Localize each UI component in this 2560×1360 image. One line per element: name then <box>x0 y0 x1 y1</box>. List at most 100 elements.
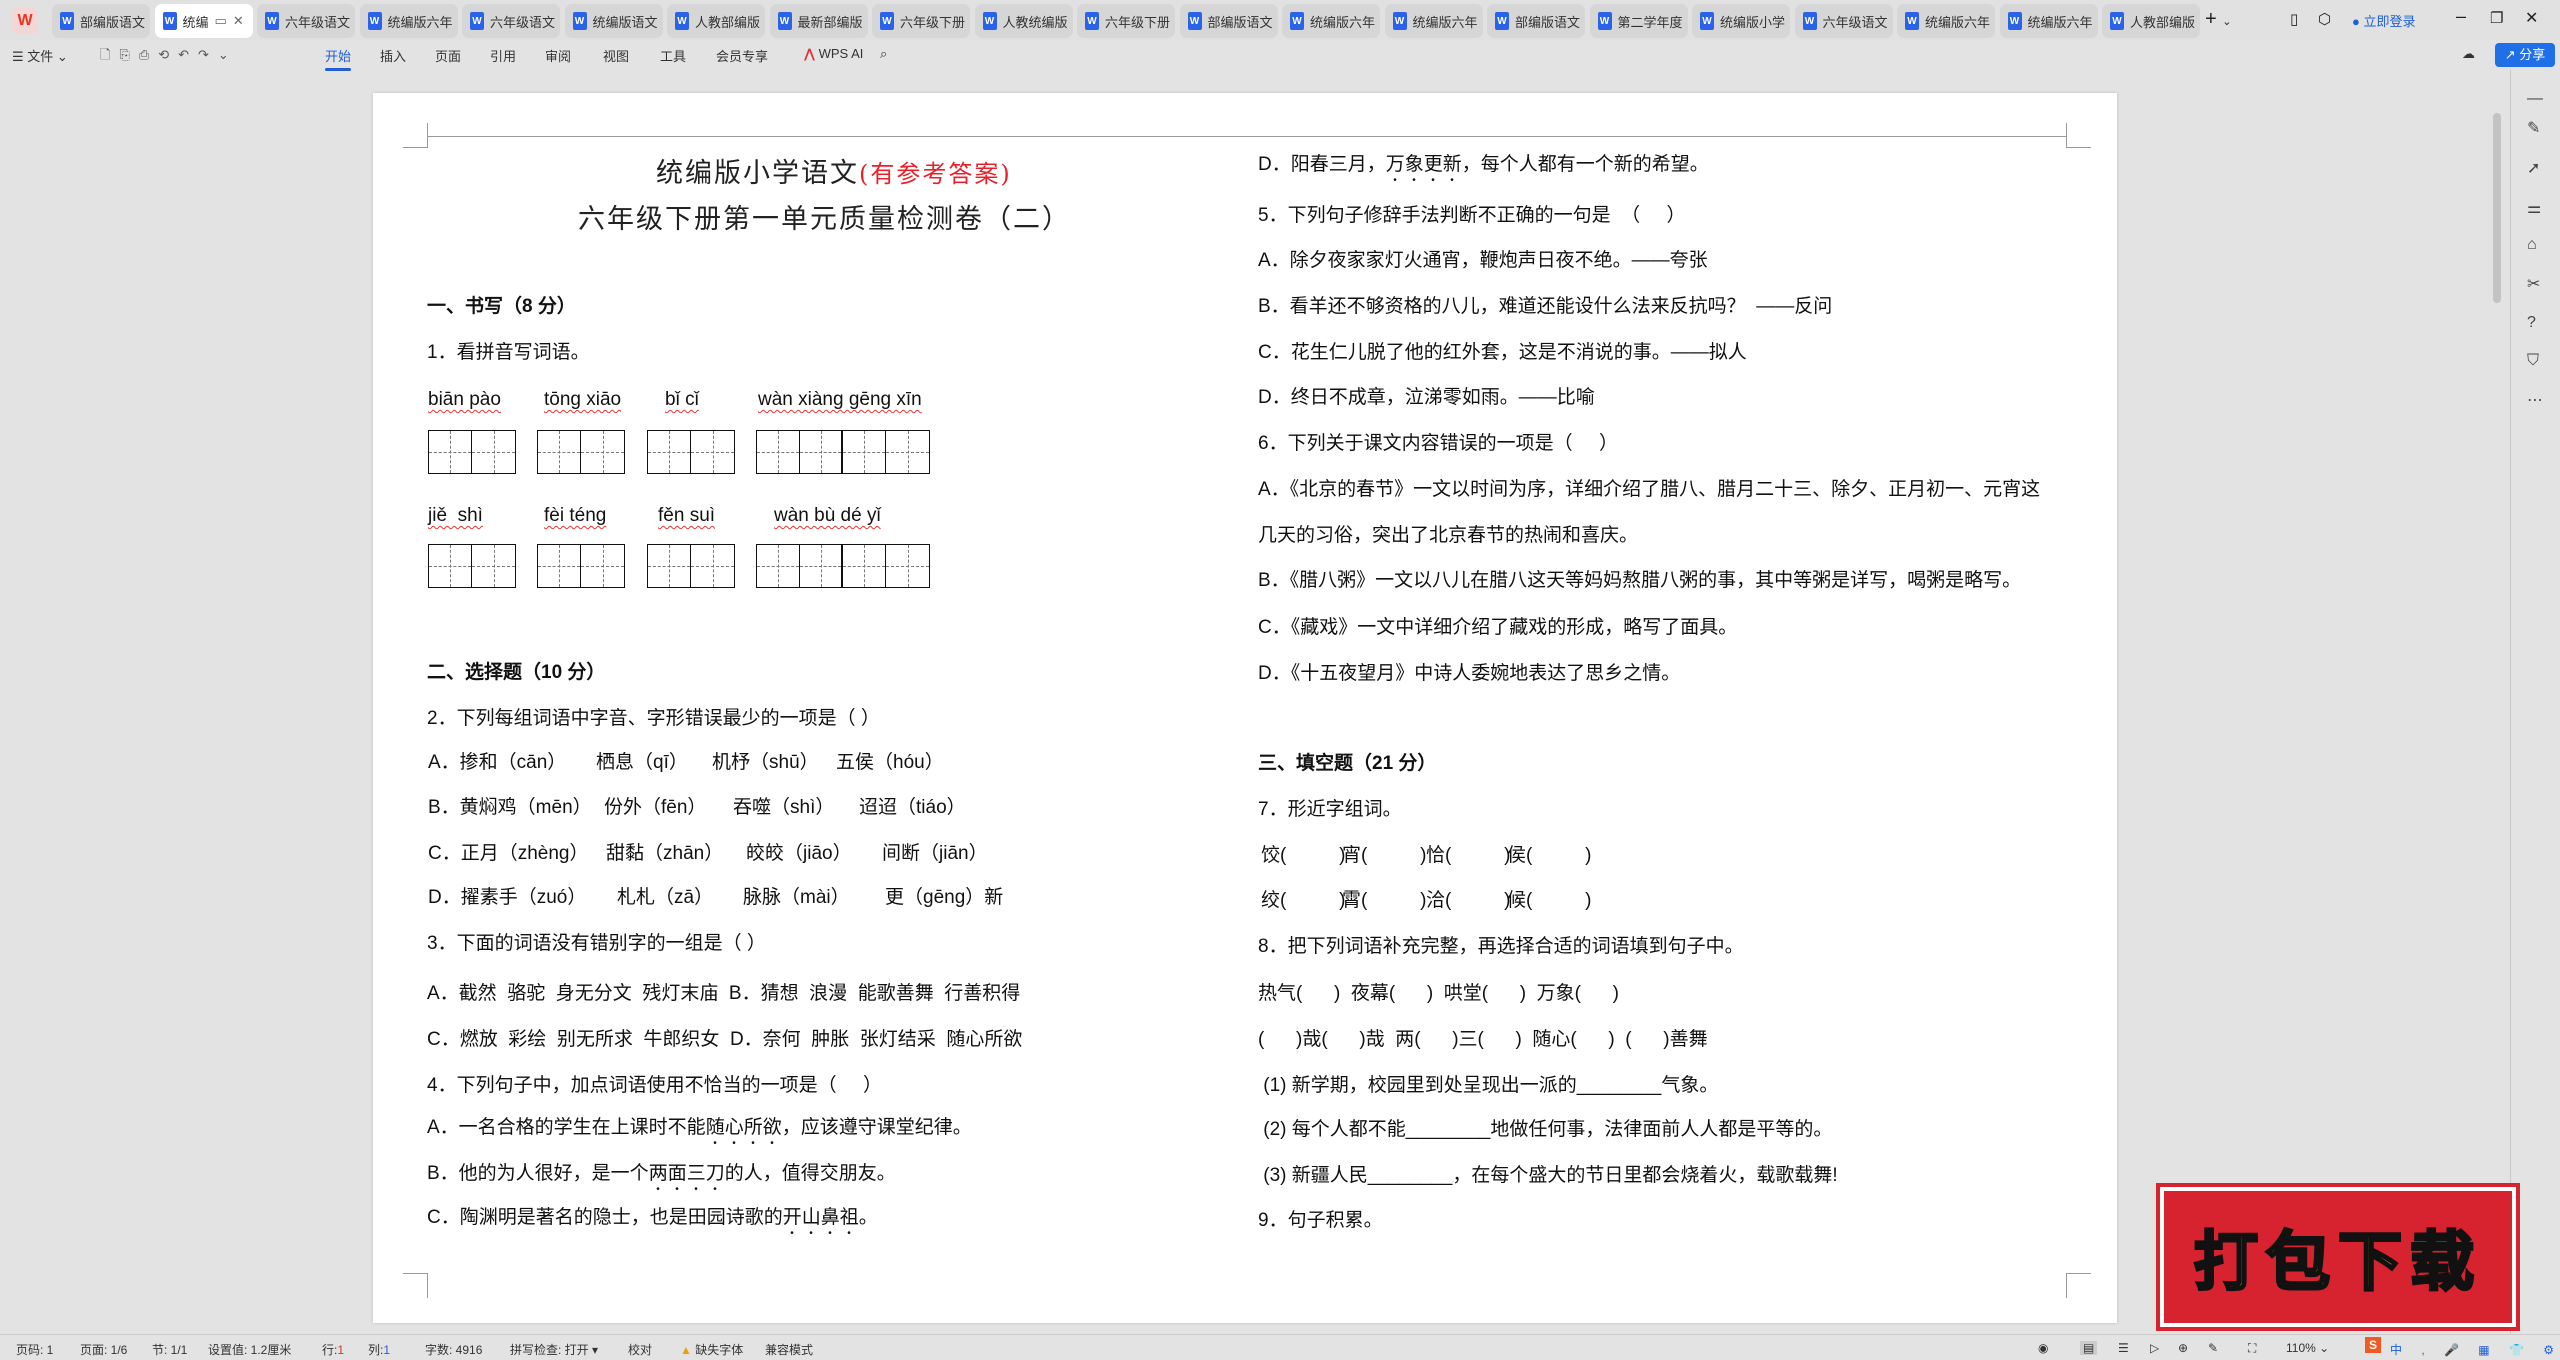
play-icon[interactable]: ▷ <box>2150 1341 2159 1355</box>
tab[interactable]: W 统编版六年 <box>1282 4 1380 38</box>
minimize-button[interactable]: – <box>2456 6 2466 27</box>
tab[interactable]: W 人教部编版 <box>2102 4 2200 38</box>
tab[interactable]: W 人教部编版 <box>667 4 765 38</box>
web-icon[interactable]: ⊕ <box>2178 1341 2188 1355</box>
share-button[interactable]: ↗ 分享 <box>2495 43 2555 67</box>
status-words[interactable]: 字数: 4916 <box>425 1341 482 1358</box>
option-item: 札札（zā） <box>617 887 714 908</box>
writing-grid[interactable] <box>647 430 735 474</box>
file-menu[interactable]: ☰ 文件 ⌄ <box>12 46 68 65</box>
close-button[interactable]: ✕ <box>2525 8 2538 28</box>
quick-access-icons[interactable]: 🗋⎘⎙⟲↶↷⌄ <box>100 46 238 68</box>
document-page[interactable]: 统编版小学语文(有参考答案) 六年级下册第一单元质量检测卷（二） 一、书写（8 … <box>373 93 2117 1323</box>
writing-grid[interactable] <box>647 544 735 588</box>
cloud-icon[interactable]: ☁ <box>2462 46 2475 62</box>
cube-icon[interactable]: ⬡ <box>2318 10 2331 28</box>
tab[interactable]: W 部编版语文 <box>1179 4 1278 38</box>
ime-icon[interactable]: S <box>2365 1337 2382 1353</box>
grid-cell[interactable] <box>691 431 734 473</box>
grid-cell[interactable] <box>800 545 843 587</box>
writing-grid[interactable] <box>428 430 516 474</box>
help-icon[interactable]: ? <box>2527 314 2536 332</box>
grid-cell[interactable] <box>472 431 515 473</box>
tab[interactable]: W 最新部编版 <box>769 4 868 38</box>
maximize-button[interactable]: ❐ <box>2490 9 2503 27</box>
tab[interactable]: W 六年级语文 <box>1794 4 1893 38</box>
writing-grid[interactable] <box>537 544 625 588</box>
menu-5[interactable]: 视图 <box>603 46 629 65</box>
grid-cell[interactable] <box>648 545 691 587</box>
wps-ai-button[interactable]: ⋀ WPS AI <box>804 46 863 62</box>
grid-cell[interactable] <box>472 545 515 587</box>
tab[interactable]: W 统编版语文 <box>564 4 663 38</box>
grid-cell[interactable] <box>886 431 929 473</box>
writing-grid[interactable] <box>428 544 516 588</box>
tab[interactable]: W 第二学年度 <box>1589 4 1688 38</box>
grid-cell[interactable] <box>648 431 691 473</box>
menu-1[interactable]: 插入 <box>380 46 406 65</box>
shirt-icon[interactable]: ⛉ <box>2527 352 2539 370</box>
zoom-select[interactable]: 110% ⌄ <box>2286 1341 2329 1355</box>
menu-6[interactable]: 工具 <box>660 46 686 65</box>
grid-cell[interactable] <box>886 545 929 587</box>
tab[interactable]: W 统编版六年 <box>1897 4 1995 38</box>
grid-cell[interactable] <box>691 545 734 587</box>
grid-cell[interactable] <box>581 431 624 473</box>
menu-2[interactable]: 页面 <box>435 46 461 65</box>
tab[interactable]: W 统编版六年 <box>1384 4 1483 38</box>
tab[interactable]: W 统编版小学 <box>1692 4 1790 38</box>
grid-cell[interactable] <box>757 431 800 473</box>
grid-cell[interactable] <box>843 431 886 473</box>
pen-mode-icon[interactable]: ✎ <box>2208 1341 2218 1355</box>
page-view-icon[interactable]: ▤ <box>2080 1341 2098 1355</box>
sliders-icon[interactable]: ⚌ <box>2527 198 2541 218</box>
outline-icon[interactable]: ☰ <box>2118 1341 2129 1355</box>
writing-grid[interactable] <box>756 544 930 588</box>
tab[interactable]: W 人教统编版 <box>974 4 1073 38</box>
collapse-icon[interactable]: — <box>2527 90 2543 108</box>
more-icon[interactable]: ⋯ <box>2527 390 2543 410</box>
grid-cell[interactable] <box>800 431 843 473</box>
tools-icon[interactable]: ✂ <box>2527 274 2540 294</box>
pen-icon[interactable]: ✎ <box>2527 118 2540 138</box>
menu-3[interactable]: 引用 <box>490 46 516 65</box>
proof-button[interactable]: 校对 <box>628 1341 652 1358</box>
tab[interactable]: W 部编版语文 <box>52 4 150 38</box>
download-banner[interactable]: 打包下载 <box>2156 1183 2520 1331</box>
monitor-icon[interactable]: ▭ <box>215 13 227 29</box>
login-button[interactable]: ● 立即登录 <box>2352 11 2415 30</box>
scrollbar[interactable] <box>2493 113 2501 303</box>
grid-cell[interactable] <box>429 431 472 473</box>
grid-cell[interactable] <box>538 545 581 587</box>
tab[interactable]: W 部编版语文 <box>1487 4 1585 38</box>
menu-7[interactable]: 会员专享 <box>716 46 768 65</box>
tab[interactable]: W 六年级下册 <box>872 4 970 38</box>
tab[interactable]: W 六年级语文 <box>257 4 355 38</box>
spell-check-toggle[interactable]: 拼写检查: 打开 ▾ <box>510 1341 598 1358</box>
tab[interactable]: W 六年级语文 <box>462 4 560 38</box>
menu-4[interactable]: 审阅 <box>545 46 571 65</box>
wps-logo[interactable]: W <box>12 8 38 34</box>
new-tab-button[interactable]: + ⌄ <box>2205 8 2231 31</box>
style-icon[interactable]: ⌂ <box>2527 236 2537 254</box>
missing-font-button[interactable]: ▲ 缺失字体 <box>680 1341 743 1358</box>
tab[interactable]: W 统编版六年 <box>1999 4 2098 38</box>
ime-toolbar[interactable]: 中 , 🎤 ▦ 👕 ⚙ ⊞ <box>2390 1341 2560 1358</box>
tab[interactable]: W 六年级下册 <box>1077 4 1175 38</box>
search-icon[interactable]: ⌕ <box>880 46 887 62</box>
grid-cell[interactable] <box>538 431 581 473</box>
window-icon[interactable]: ▯ <box>2290 10 2298 28</box>
fit-icon[interactable]: ⛶ <box>2248 1341 2256 1356</box>
grid-cell[interactable] <box>429 545 472 587</box>
writing-grid[interactable] <box>537 430 625 474</box>
cursor-icon[interactable]: ➚ <box>2527 158 2540 178</box>
close-tab-icon[interactable]: ✕ <box>233 13 244 29</box>
tab[interactable]: W 统编版六年 <box>359 4 458 38</box>
menu-0[interactable]: 开始 <box>325 46 352 71</box>
grid-cell[interactable] <box>757 545 800 587</box>
writing-grid[interactable] <box>756 430 930 474</box>
grid-cell[interactable] <box>581 545 624 587</box>
grid-cell[interactable] <box>843 545 886 587</box>
tab[interactable]: W 统编 ▭ ✕ <box>154 4 253 38</box>
eye-icon[interactable]: ◉ <box>2038 1341 2048 1355</box>
